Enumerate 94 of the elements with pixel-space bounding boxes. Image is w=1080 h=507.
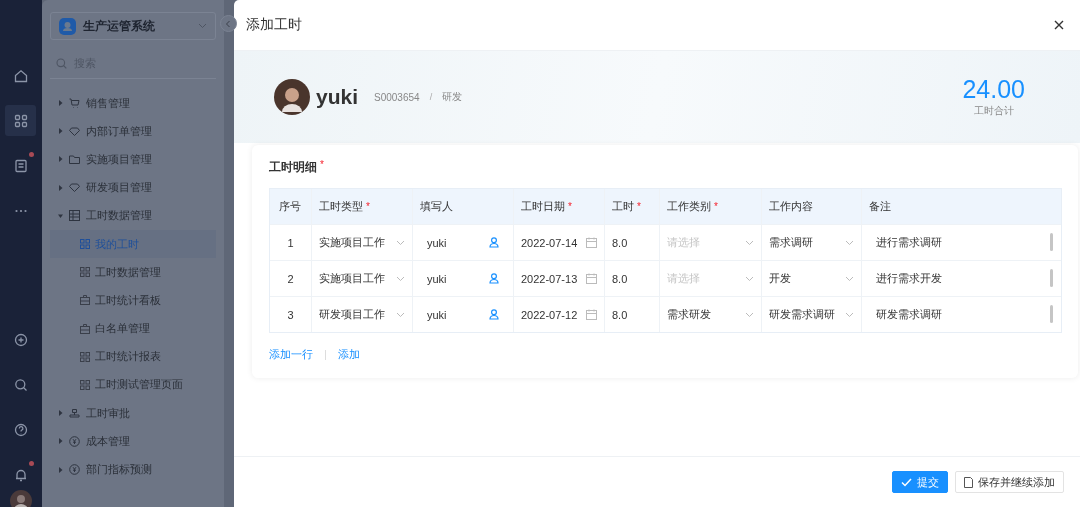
date-field[interactable]: 2022-07-14: [521, 236, 597, 249]
column-header: 工作类别: [667, 199, 711, 214]
select-field[interactable]: 实施项目工作: [319, 271, 405, 286]
grid-icon: [79, 239, 90, 250]
triangle-icon: [57, 184, 63, 191]
save-continue-button[interactable]: 保存并继续添加: [955, 471, 1064, 493]
row-number: 3: [287, 308, 294, 321]
scrollbar: [1050, 305, 1053, 323]
total-hours: 24.00: [962, 76, 1025, 104]
hours-field[interactable]: 8.0: [612, 272, 652, 285]
chevron-down-icon: [745, 239, 754, 246]
select-field[interactable]: 需求调研: [769, 235, 854, 250]
scrollbar: [1050, 233, 1053, 251]
date-field[interactable]: 2022-07-13: [521, 272, 597, 285]
column-header: 备注: [869, 199, 891, 214]
required-mark: *: [568, 201, 572, 212]
logo-icon: [58, 17, 76, 35]
required-mark: *: [714, 201, 718, 212]
avatar[interactable]: [9, 490, 32, 507]
chevron-down-icon: [197, 23, 207, 29]
calendar-icon: [586, 273, 597, 284]
calendar-icon: [586, 237, 597, 248]
triangle-icon: [57, 100, 63, 107]
column-header: 填写人: [420, 199, 453, 214]
user-field[interactable]: yuki: [420, 308, 506, 321]
chevron-left-icon: [225, 19, 232, 28]
folder-icon: [68, 153, 80, 165]
scrollbar: [1050, 269, 1053, 287]
user-name: yuki: [316, 85, 358, 109]
date-field[interactable]: 2022-07-12: [521, 308, 597, 321]
coin-icon: [68, 435, 80, 447]
select-field[interactable]: 实施项目工作: [319, 235, 405, 250]
grid-icon: [79, 351, 90, 362]
select-field[interactable]: 需求研发: [667, 307, 754, 322]
apps-icon[interactable]: [5, 105, 37, 136]
select-field[interactable]: 研发需求调研: [769, 307, 854, 322]
triangle-icon: [57, 212, 63, 219]
row-number: 2: [287, 272, 294, 285]
hours-field[interactable]: 8.0: [612, 236, 652, 249]
triangle-icon: [57, 410, 63, 417]
calendar-icon: [586, 309, 597, 320]
chevron-down-icon: [396, 311, 405, 318]
remark-field[interactable]: 进行需求开发: [869, 271, 1053, 286]
check-icon: [901, 477, 912, 487]
briefcase-icon: [79, 323, 90, 334]
user-field[interactable]: yuki: [420, 272, 506, 285]
department: 研发: [442, 90, 463, 104]
chevron-down-icon: [845, 275, 854, 282]
section-title: 工时明细: [269, 159, 317, 176]
hours-field[interactable]: 8.0: [612, 308, 652, 321]
row-number: 1: [287, 236, 294, 249]
search-icon: [55, 57, 67, 69]
table-icon: [68, 210, 80, 222]
triangle-icon: [57, 156, 63, 163]
briefcase-icon: [79, 295, 90, 306]
user-field[interactable]: yuki: [420, 236, 506, 249]
select-field[interactable]: 研发项目工作: [319, 307, 405, 322]
dialog-title: 添加工时: [246, 16, 302, 34]
breadcrumb-separator: /: [429, 92, 433, 102]
user-icon[interactable]: [489, 237, 499, 248]
required-mark: *: [366, 201, 370, 212]
column-header: 序号: [279, 199, 302, 214]
chevron-down-icon: [396, 239, 405, 246]
employee-id: S0003654: [374, 91, 420, 103]
required-mark: *: [320, 159, 324, 172]
user-icon[interactable]: [489, 273, 499, 284]
gem-icon: [68, 125, 80, 137]
chevron-down-icon: [396, 275, 405, 282]
column-header: 工时日期: [521, 199, 565, 214]
coin-icon: [68, 464, 80, 476]
column-header: 工作内容: [769, 199, 813, 214]
select-field[interactable]: 开发: [769, 271, 854, 286]
chevron-down-icon: [745, 275, 754, 282]
column-header: 工时类型: [319, 199, 363, 214]
triangle-icon: [57, 466, 63, 473]
gem-icon: [68, 182, 80, 194]
close-icon[interactable]: [1054, 20, 1064, 30]
remark-field[interactable]: 进行需求调研: [869, 235, 1053, 250]
grid-icon: [79, 379, 90, 390]
required-mark: *: [637, 201, 641, 212]
file-icon: [964, 476, 973, 488]
triangle-icon: [57, 438, 63, 445]
avatar: [274, 79, 310, 115]
total-label: 工时合计: [973, 103, 1014, 118]
chevron-down-icon: [845, 239, 854, 246]
chevron-down-icon: [745, 311, 754, 318]
column-header: 工时: [612, 199, 634, 214]
grid-icon: [79, 267, 90, 278]
user-icon[interactable]: [489, 309, 499, 320]
remark-field[interactable]: 研发需求调研: [869, 307, 1053, 322]
chevron-down-icon: [845, 311, 854, 318]
triangle-icon: [57, 128, 63, 135]
stamp-icon: [68, 407, 80, 419]
cart-icon: [68, 97, 80, 109]
